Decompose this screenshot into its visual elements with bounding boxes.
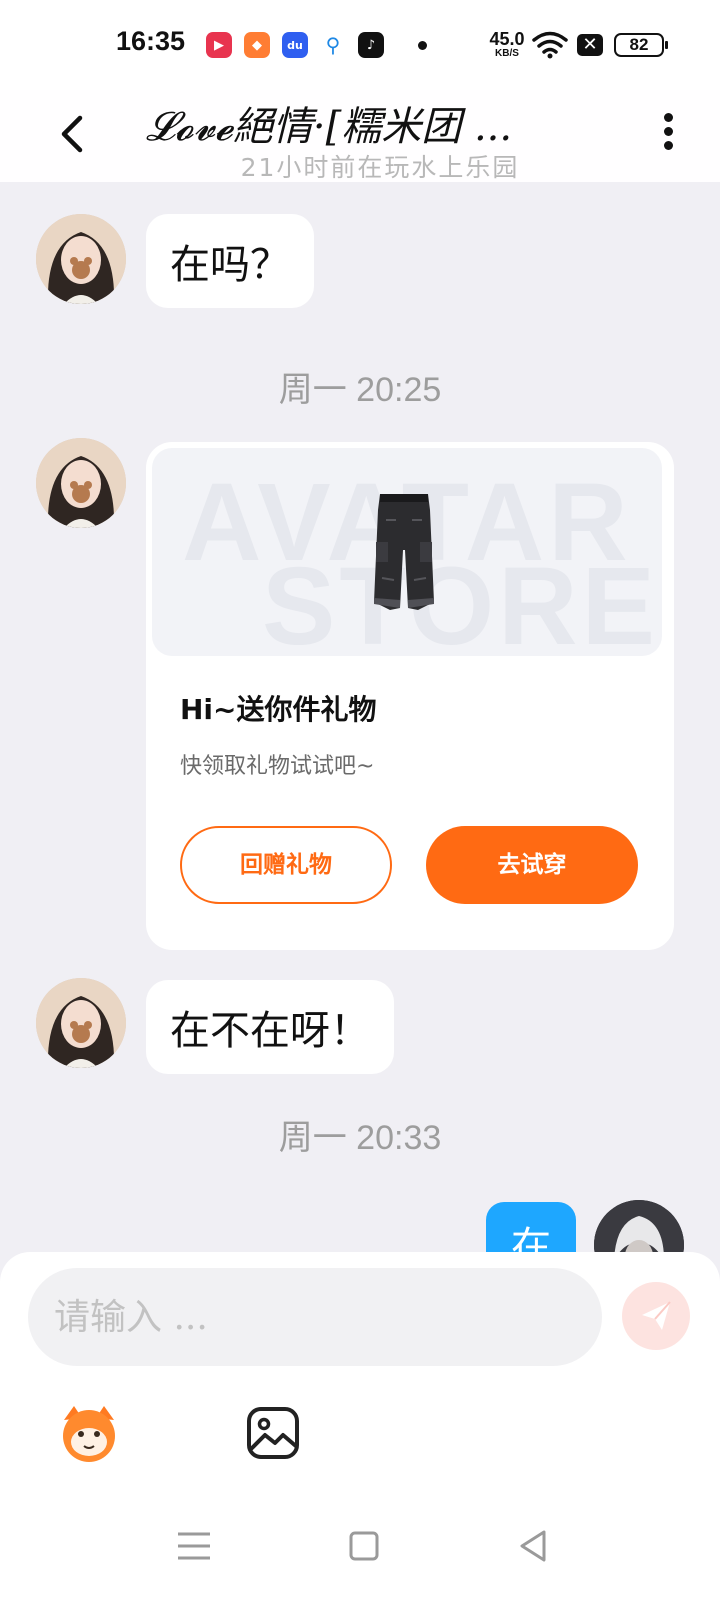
home-icon[interactable] — [344, 1526, 384, 1566]
system-nav-bar — [0, 1506, 720, 1600]
search-app-icon: ⚲ — [325, 33, 341, 57]
gift-title: Hi~送你件礼物 — [180, 693, 377, 726]
sticker-mascot-icon — [63, 1406, 115, 1462]
sticker-button[interactable] — [56, 1400, 122, 1466]
notification-dot-icon — [418, 41, 427, 50]
contact-avatar[interactable] — [36, 978, 126, 1068]
message-bubble[interactable]: 在吗？ — [146, 214, 314, 308]
video-app-icon: ▶ — [206, 32, 232, 58]
my-message-bubble[interactable]: 在 — [486, 1202, 576, 1252]
image-button[interactable] — [240, 1400, 306, 1466]
more-options-button[interactable] — [656, 108, 680, 160]
my-avatar[interactable] — [594, 1200, 684, 1252]
contact-avatar-image — [36, 978, 126, 1068]
gift-card[interactable]: AVATAR STORE Hi~送你件礼物 快领取礼物试试吧~ 回赠礼物 去试穿 — [146, 442, 674, 950]
chat-status-subtitle: 21小时前在玩水上乐园 — [240, 153, 520, 182]
baidu-app-icon: du — [282, 32, 308, 58]
chat-title[interactable]: 𝓛𝓸𝓿𝓮絕情·[糯米团 ... — [146, 94, 596, 152]
no-sim-icon: ✕ — [577, 34, 603, 56]
network-speed: 45.0 KB/S — [484, 30, 530, 59]
fruit-app-icon: ◆ — [244, 32, 270, 58]
message-bubble[interactable]: 在不在呀！ — [146, 980, 394, 1074]
message-list[interactable]: 在吗？ 周一 20:25 AVATAR STORE — [0, 182, 720, 1252]
store-watermark: STORE — [262, 545, 659, 657]
wifi-icon — [532, 31, 568, 59]
try-on-button[interactable]: 去试穿 — [426, 826, 638, 904]
back-nav-icon[interactable] — [514, 1526, 554, 1566]
status-bar: 16:35 ▶ ◆ du ⚲ ♪ 45.0 KB/S ✕ 82 — [0, 0, 720, 90]
time-divider: 周一 20:33 — [278, 1119, 442, 1157]
return-gift-button[interactable]: 回赠礼物 — [180, 826, 392, 904]
jeans-item-image — [374, 494, 434, 610]
status-time: 16:35 — [116, 26, 186, 56]
tiktok-app-icon: ♪ — [358, 32, 384, 58]
contact-avatar-image — [36, 214, 126, 304]
network-speed-value: 45.0 — [489, 29, 525, 49]
time-divider: 周一 20:25 — [278, 371, 442, 409]
composer-panel — [0, 1252, 720, 1600]
contact-avatar[interactable] — [36, 214, 126, 304]
image-icon — [247, 1407, 299, 1459]
gift-description: 快领取礼物试试吧~ — [180, 754, 375, 779]
message-input[interactable] — [28, 1268, 602, 1366]
gift-banner: AVATAR STORE — [152, 448, 662, 656]
send-icon — [642, 1301, 671, 1330]
contact-avatar[interactable] — [36, 438, 126, 528]
network-speed-unit: KB/S — [495, 48, 519, 59]
contact-avatar-image — [36, 438, 126, 528]
my-avatar-image — [594, 1200, 684, 1252]
menu-icon[interactable] — [174, 1526, 214, 1566]
send-button[interactable] — [622, 1282, 690, 1350]
battery-icon: 82 — [614, 33, 668, 57]
chat-header: 𝓛𝓸𝓿𝓮絕情·[糯米团 ... 21小时前在玩水上乐园 — [0, 90, 720, 182]
